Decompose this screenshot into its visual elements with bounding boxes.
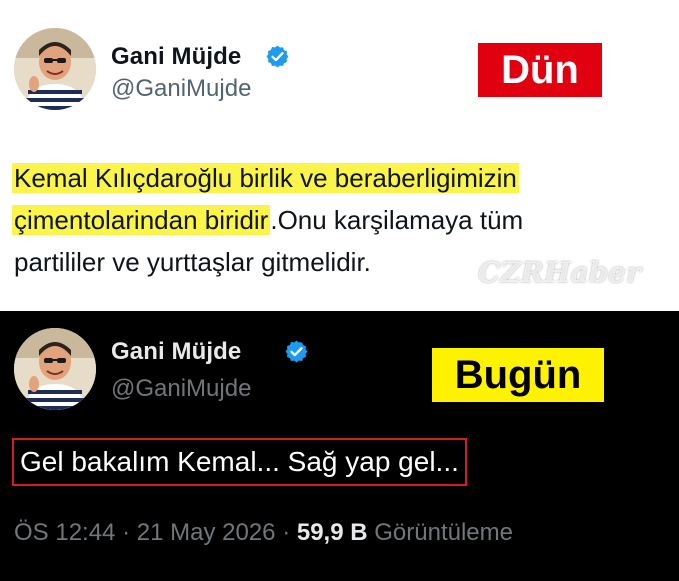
tweet-text-line-2: çimentolarindan biridir.Onu karşilamaya … [12, 199, 523, 241]
highlighted-text: Kemal Kılıçdaroğlu birlik ve beraberligi… [12, 163, 519, 193]
tweet-meta: ÖS 12:44 · 21 May 2026 · 59,9 B Görüntül… [14, 519, 513, 547]
tweet-panel-yesterday: Gani Müjde @GaniMujde Dün Kemal Kılıçdar… [0, 0, 679, 311]
verified-badge-icon [285, 340, 308, 363]
avatar[interactable] [14, 328, 96, 410]
display-name[interactable]: Gani Müjde [111, 338, 241, 366]
tweet-date[interactable]: 21 May 2026 [137, 519, 276, 546]
highlighted-tweet-text: Gel bakalım Kemal... Sağ yap gel... [12, 438, 467, 486]
user-handle[interactable]: @GaniMujde [111, 75, 251, 103]
watermark: CZRHaber [478, 256, 641, 289]
tweet-panel-today: Gani Müjde @GaniMujde Bugün Gel bakalım … [0, 311, 679, 581]
tweet-text-line-3: partililer ve yurttaşlar gitmelidir. [14, 247, 371, 277]
avatar-photo-icon [14, 328, 96, 410]
today-badge: Bugün [432, 348, 604, 402]
separator: · [282, 519, 291, 546]
avatar[interactable] [14, 28, 96, 110]
avatar-photo-icon [14, 28, 96, 110]
view-count: 59,9 B [296, 519, 368, 546]
tweet-text-line-1: Kemal Kılıçdaroğlu birlik ve beraberligi… [12, 157, 519, 199]
yesterday-badge: Dün [478, 43, 602, 97]
view-count-label: Görüntüleme [374, 519, 513, 546]
separator: · [122, 519, 131, 546]
highlighted-text: çimentolarindan biridir [12, 205, 271, 235]
tweet-text-rest: .Onu karşilamaya tüm [270, 205, 524, 235]
tweet-time[interactable]: ÖS 12:44 [14, 519, 115, 546]
verified-badge-icon [266, 45, 289, 68]
display-name[interactable]: Gani Müjde [111, 43, 241, 71]
user-handle[interactable]: @GaniMujde [111, 375, 251, 403]
